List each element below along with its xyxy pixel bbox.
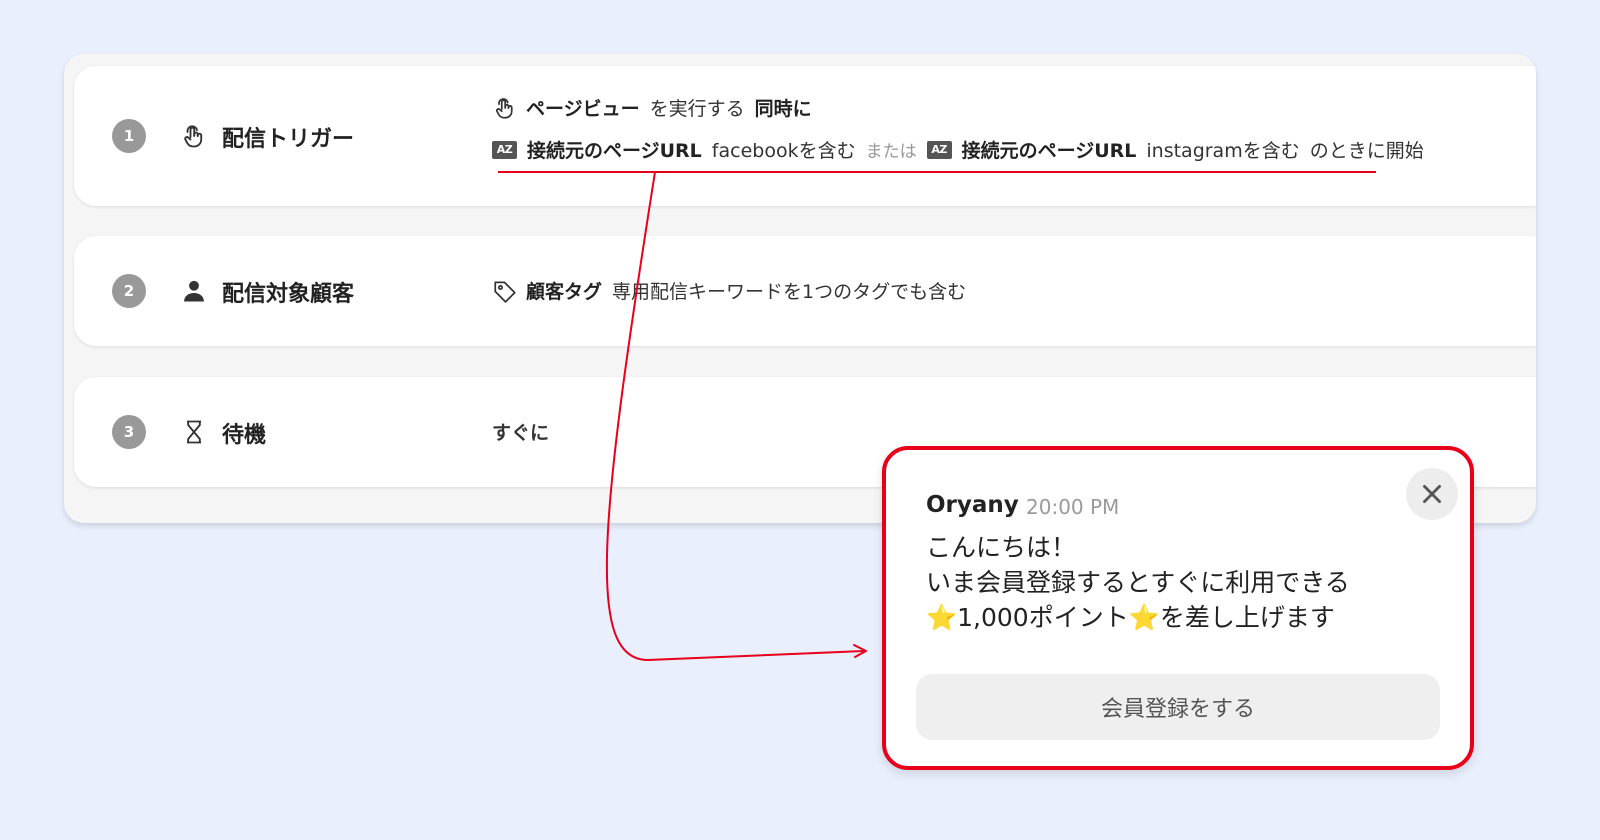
popup-time: 20:00 PM — [1026, 495, 1120, 519]
trigger-event-line: ページビュー を実行する 同時に — [492, 94, 812, 121]
tag-icon — [494, 280, 516, 303]
step-number-badge: 2 — [112, 274, 146, 308]
condition-field: 接続元のページURL — [527, 140, 702, 162]
wait-value: すぐに — [492, 422, 550, 444]
step-target-customers[interactable]: 2 配信対象顧客 顧客タグ 専用配信キーワードを1つのタグでも含む — [74, 236, 1536, 346]
condition-value: instagramを含む — [1146, 140, 1300, 162]
tag-label: 顧客タグ — [526, 281, 603, 303]
popup-message-line: こんにちは！ — [926, 533, 1077, 562]
tap-icon — [495, 97, 513, 119]
trigger-timing: 同時に — [754, 98, 812, 120]
step-title: 待機 — [222, 423, 267, 448]
step-title: 配信トリガー — [222, 127, 355, 152]
trigger-event: ページビュー — [526, 98, 640, 120]
condition-connector: または — [865, 142, 917, 162]
close-icon — [1423, 485, 1441, 503]
person-icon — [184, 280, 204, 302]
trigger-verb: を実行する — [649, 98, 745, 120]
popup-message-line: いま会員登録するとすぐに利用できる — [926, 568, 1350, 597]
target-condition-line: 顧客タグ 専用配信キーワードを1つのタグでも含む — [492, 277, 966, 304]
hourglass-icon — [187, 420, 201, 444]
step-title: 配信対象顧客 — [222, 282, 355, 307]
condition-suffix: のときに開始 — [1309, 140, 1424, 162]
notification-popup: Oryany 20:00 PM こんにちは！ いま会員登録するとすぐに利用できる… — [882, 446, 1474, 770]
step-number-badge: 1 — [112, 119, 146, 153]
text-field-icon: AZ — [492, 140, 517, 159]
condition-value: facebookを含む — [711, 140, 856, 162]
condition-field: 接続元のページURL — [961, 140, 1137, 162]
popup-message-line: ⭐1,000ポイント⭐を差し上げます — [926, 603, 1335, 632]
register-button[interactable]: 会員登録をする — [916, 674, 1440, 740]
tag-condition: 専用配信キーワードを1つのタグでも含む — [612, 281, 967, 303]
text-field-icon: AZ — [926, 140, 952, 159]
close-button[interactable] — [1406, 468, 1458, 520]
step-number-badge: 3 — [112, 415, 146, 449]
step-trigger[interactable]: 1 配信トリガー ページビュー を実行する 同時に AZ 接続元のページURL … — [74, 66, 1536, 206]
tap-icon — [184, 125, 203, 148]
popup-message: こんにちは！ いま会員登録するとすぐに利用できる ⭐1,000ポイント⭐を差し上… — [926, 530, 1350, 635]
popup-sender: Oryany — [926, 492, 1019, 518]
trigger-condition-line: AZ 接続元のページURL facebookを含む または AZ 接続元のページ… — [492, 136, 1424, 163]
